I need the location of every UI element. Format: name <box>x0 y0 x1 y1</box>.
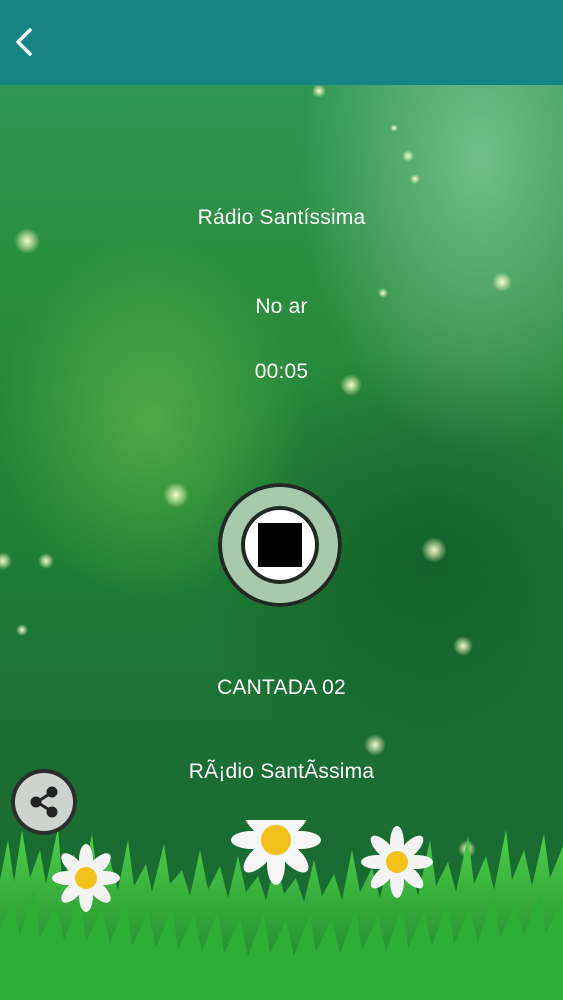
elapsed-time: 00:05 <box>254 360 309 383</box>
stop-button[interactable] <box>218 483 342 607</box>
share-button[interactable] <box>15 773 73 831</box>
grass-daisies-decoration <box>0 820 563 1000</box>
track-title: CANTADA 02 <box>217 676 346 699</box>
status-text: No ar <box>255 295 308 318</box>
stop-icon <box>258 523 302 567</box>
chevron-left-icon <box>16 28 32 56</box>
stop-button-inner <box>241 506 319 584</box>
track-artist: RÃ¡dio SantÃssima <box>188 760 375 783</box>
share-icon <box>30 786 58 818</box>
top-bar <box>0 0 563 85</box>
station-name: Rádio Santíssima <box>197 206 366 229</box>
back-button[interactable] <box>6 22 46 62</box>
